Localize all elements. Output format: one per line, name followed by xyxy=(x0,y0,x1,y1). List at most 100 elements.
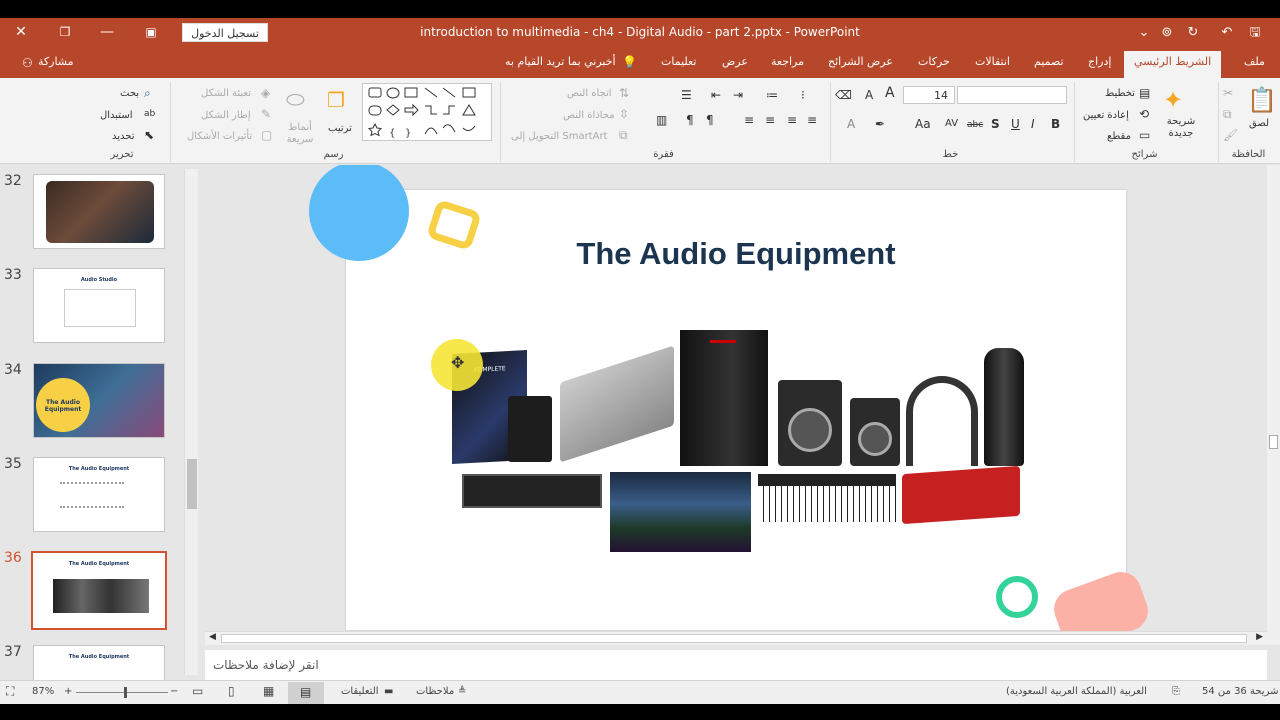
tab-help[interactable]: تعليمات xyxy=(661,55,696,68)
change-case-button[interactable]: Aa xyxy=(915,117,931,131)
spelling-icon[interactable]: ⎘ xyxy=(1172,686,1180,697)
slide-thumbnail-35[interactable]: The Audio Equipment xyxy=(33,457,165,532)
reading-view-icon[interactable]: ▯ xyxy=(228,684,235,698)
text-direction-button[interactable]: اتجاه النص xyxy=(567,88,612,99)
grow-font-button[interactable]: A xyxy=(885,86,895,100)
zoom-level[interactable]: 87% xyxy=(32,686,54,697)
save-icon[interactable]: 🖫 xyxy=(1246,24,1264,42)
share-button[interactable]: مشاركة xyxy=(38,55,74,68)
thumbnail-scroll-thumb[interactable] xyxy=(187,459,197,509)
slide-canvas[interactable]: The Audio Equipment KOMPLETE xyxy=(346,190,1154,631)
tab-file[interactable]: ملف xyxy=(1244,55,1265,68)
customize-qat-icon[interactable]: ⌄ xyxy=(1135,24,1153,42)
align-center-icon[interactable]: ≡ xyxy=(787,113,797,127)
reset-button[interactable]: إعادة تعيين xyxy=(1083,110,1129,121)
vertical-scroll-thumb[interactable] xyxy=(1269,435,1278,449)
slide-thumbnail-34[interactable]: The Audio Equipment xyxy=(33,363,165,438)
align-right-icon[interactable]: ≡ xyxy=(765,113,775,127)
columns-icon[interactable]: ▥ xyxy=(656,113,667,127)
undo-icon[interactable]: ↶ xyxy=(1218,24,1236,42)
replace-button[interactable]: استبدال xyxy=(100,110,133,121)
zoom-slider[interactable] xyxy=(76,687,168,698)
layout-button[interactable]: تخطيط xyxy=(1105,88,1135,99)
notes-pane[interactable]: انقر لإضافة ملاحظات xyxy=(205,650,1267,680)
tab-view[interactable]: عرض xyxy=(722,55,748,68)
section-button[interactable]: مقطع xyxy=(1107,131,1131,142)
daw-screenshot xyxy=(610,472,751,552)
find-button[interactable]: بحث xyxy=(120,88,139,99)
convert-smartart-button[interactable]: التحويل إلى SmartArt xyxy=(511,131,607,142)
slideshow-view-icon[interactable]: ▭ xyxy=(192,684,203,698)
line-spacing-icon[interactable]: ☰ xyxy=(681,88,692,102)
cut-icon[interactable]: ✂ xyxy=(1223,86,1233,100)
font-name-box[interactable] xyxy=(957,86,1067,104)
comments-button[interactable]: التعليقات xyxy=(341,686,379,697)
tab-design[interactable]: تصميم xyxy=(1034,55,1064,68)
font-color-icon[interactable]: A xyxy=(847,117,855,131)
zoom-slider-thumb[interactable] xyxy=(124,687,127,698)
language-indicator[interactable]: العربية (المملكة العربية السعودية) xyxy=(1006,686,1147,697)
slide-thumbnail-33[interactable]: Audio Studio xyxy=(33,268,165,343)
vertical-scrollbar[interactable] xyxy=(1267,165,1280,645)
italic-button[interactable]: I xyxy=(1031,117,1035,131)
strikethrough-button[interactable]: abc xyxy=(967,118,983,132)
presentation-mode-icon[interactable]: ⊚ xyxy=(1158,24,1176,42)
slide-thumbnail-36[interactable]: The Audio Equipment xyxy=(31,551,167,630)
tab-transitions[interactable]: انتقالات xyxy=(975,55,1010,68)
numbering-icon[interactable]: ≔ xyxy=(766,88,778,102)
tab-animations[interactable]: حركات xyxy=(918,55,950,68)
slide-thumbnail-32[interactable] xyxy=(33,174,165,249)
align-left-icon[interactable]: ≡ xyxy=(807,113,817,127)
character-spacing-icon[interactable]: AV xyxy=(945,117,958,131)
tab-slideshow[interactable]: عرض الشرائح xyxy=(828,55,893,68)
increase-indent-icon[interactable]: ⇥ xyxy=(733,88,743,102)
ribbon-display-options-icon[interactable]: ▣ xyxy=(141,23,161,41)
font-size-box[interactable]: 14 xyxy=(903,86,955,104)
thumbnail-scrollbar[interactable] xyxy=(184,169,198,675)
justify-icon[interactable]: ≡ xyxy=(744,113,754,127)
ltr-icon[interactable]: ¶ xyxy=(706,113,714,127)
shape-fill-button[interactable]: تعبئة الشكل xyxy=(201,88,251,99)
horizontal-scroll-thumb[interactable] xyxy=(221,634,1247,643)
fit-slide-icon[interactable]: ⛶ xyxy=(6,684,14,699)
tab-review[interactable]: مراجعة xyxy=(771,55,804,68)
shape-effects-button[interactable]: تأثيرات الأشكال xyxy=(187,131,252,142)
minimize-window-button[interactable]: — xyxy=(97,23,117,41)
shadow-button[interactable]: S xyxy=(991,117,1000,131)
tab-home[interactable]: الشريط الرئيسي xyxy=(1124,51,1222,78)
bold-button[interactable]: B xyxy=(1051,117,1060,131)
paste-button[interactable]: لصق xyxy=(1249,118,1269,129)
scroll-right-icon[interactable]: ▶ xyxy=(1256,632,1263,642)
horizontal-scrollbar[interactable]: ◀ ▶ xyxy=(205,631,1267,645)
shapes-gallery[interactable]: { } xyxy=(362,83,492,141)
shape-outline-button[interactable]: إطار الشكل xyxy=(201,110,251,121)
tell-me-box[interactable]: أخبرني بما تريد القيام به xyxy=(505,55,616,68)
highlight-icon[interactable]: ✒ xyxy=(875,117,885,131)
bullets-icon[interactable]: ⁝ xyxy=(801,88,805,102)
slide-sorter-icon[interactable]: ▦ xyxy=(263,684,274,698)
underline-button[interactable]: U xyxy=(1011,117,1020,131)
pink-shape-decoration xyxy=(1048,566,1154,631)
share-icon: ⚇ xyxy=(22,56,33,70)
close-window-button[interactable]: ✕ xyxy=(11,23,31,41)
notes-button[interactable]: ملاحظات xyxy=(416,686,454,697)
align-text-button[interactable]: محاذاة النص xyxy=(563,110,615,121)
redo-icon[interactable]: ↻ xyxy=(1184,24,1202,42)
clear-formatting-icon[interactable]: ⌫ xyxy=(835,88,852,102)
select-button[interactable]: تحديد xyxy=(112,131,135,142)
normal-view-button[interactable]: ▤ xyxy=(288,682,324,704)
zoom-in-icon[interactable]: + xyxy=(64,686,72,697)
tab-insert[interactable]: إدراج xyxy=(1088,55,1111,68)
new-slide-button[interactable]: شريحة جديدة xyxy=(1159,116,1203,140)
arrange-button[interactable]: ترتيب xyxy=(328,123,352,134)
format-painter-icon[interactable]: 🖌 xyxy=(1223,128,1238,142)
zoom-out-icon[interactable]: − xyxy=(170,686,178,697)
scroll-left-icon[interactable]: ◀ xyxy=(209,632,216,642)
copy-icon[interactable]: ⧉ xyxy=(1223,107,1232,121)
rtl-icon[interactable]: ¶ xyxy=(686,113,694,127)
restore-window-button[interactable]: ❐ xyxy=(55,23,75,41)
quick-styles-button[interactable]: أنماط سريعة xyxy=(283,122,317,146)
shrink-font-button[interactable]: A xyxy=(865,88,873,102)
sign-in-button[interactable]: تسجيل الدخول xyxy=(182,23,268,42)
decrease-indent-icon[interactable]: ⇤ xyxy=(711,88,721,102)
